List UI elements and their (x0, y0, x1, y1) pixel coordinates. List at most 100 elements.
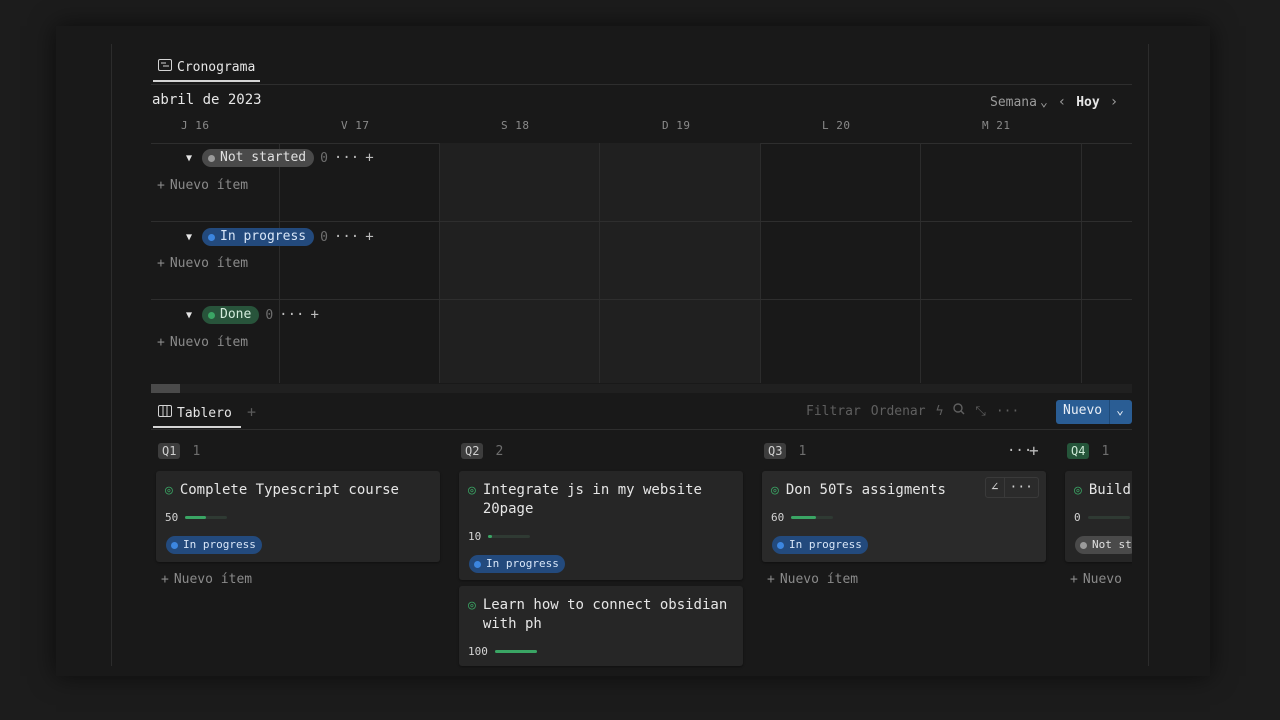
grid-line (151, 299, 1132, 300)
progress: 0 (1074, 511, 1130, 524)
target-icon: ◎ (1074, 483, 1082, 498)
progress-value: 10 (468, 530, 482, 543)
today-button[interactable]: Hoy (1076, 95, 1099, 110)
plus-icon[interactable]: + (365, 150, 373, 166)
board-column-header: Q2 2 (461, 443, 503, 459)
plus-icon[interactable]: + (1029, 441, 1039, 460)
board-card[interactable]: ◎ Integrate js in my website 20page 10 In… (459, 471, 743, 580)
more-icon[interactable]: ··· (1005, 478, 1038, 497)
progress-bar (185, 516, 228, 519)
column-tag: Q1 (158, 443, 181, 459)
day-label: M 21 (982, 119, 1011, 132)
progress-value: 50 (165, 511, 179, 524)
more-icon[interactable]: ··· (334, 150, 359, 166)
tab-timeline[interactable]: Cronograma (153, 53, 261, 82)
divider (151, 429, 1132, 430)
edit-icon[interactable]: ∠ (986, 478, 1005, 497)
board-card[interactable]: ◎ Learn how to connect obsidian with ph 1… (459, 586, 743, 666)
status-pill-not-started: Not started (202, 149, 315, 167)
timeline-icon (158, 59, 172, 75)
progress-value: 60 (771, 511, 785, 524)
card-actions: ∠ ··· (984, 477, 1039, 498)
new-button-label[interactable]: Nuevo (1056, 400, 1111, 424)
divider (151, 84, 1132, 85)
new-item-button[interactable]: + Nuevo ítem (161, 572, 252, 587)
board-toolbar: Filtrar Ordenar ϟ ⤡ ··· (806, 403, 1019, 419)
progress-bar (494, 650, 537, 653)
progress-value: 0 (1074, 511, 1081, 524)
new-item-button[interactable]: + Nuevo ítem (157, 335, 248, 350)
board-column-header: Q4 1 (1067, 443, 1109, 459)
week-dropdown[interactable]: Semana ⌄ (990, 95, 1048, 110)
plus-icon: + (1070, 572, 1078, 587)
caret-down-icon[interactable]: ▼ (182, 153, 196, 164)
lightning-icon[interactable]: ϟ (936, 404, 944, 419)
caret-down-icon[interactable]: ▼ (182, 310, 196, 321)
day-label: J 16 (181, 119, 210, 132)
more-icon[interactable]: ··· (279, 307, 304, 323)
tab-active-indicator (153, 80, 261, 82)
group-done: ▼ Done 0 ··· + (182, 306, 319, 324)
grid-column-weekend (439, 143, 600, 383)
status-pill-in-progress: In progress (166, 536, 262, 554)
column-tag: Q4 (1067, 443, 1090, 459)
grid-column (1081, 143, 1133, 383)
chevron-left-icon[interactable]: ‹ (1058, 94, 1066, 110)
board-card[interactable]: ◎ Build 0 Not st (1065, 471, 1132, 562)
tab-board[interactable]: Tablero (153, 399, 241, 428)
board-column-header: Q3 1 (764, 443, 806, 459)
card-title: Learn how to connect obsidian with ph (482, 597, 728, 632)
horizontal-scrollbar-track[interactable] (151, 384, 1132, 393)
progress-bar (488, 535, 531, 538)
target-icon: ◎ (468, 598, 476, 613)
tab-timeline-label: Cronograma (177, 59, 256, 75)
progress-bar (1087, 516, 1130, 519)
target-icon: ◎ (468, 483, 476, 498)
progress: 50 (165, 511, 228, 524)
grid-column (920, 143, 1081, 383)
plus-icon: + (157, 178, 165, 193)
grid-line (151, 221, 1132, 222)
column-count: 1 (798, 443, 807, 459)
new-item-button[interactable]: + Nuevo (1070, 572, 1122, 587)
week-dropdown-label: Semana (990, 94, 1037, 110)
board-card[interactable]: ◎ Complete Typescript course 50 In progre… (156, 471, 440, 562)
grid-column-weekend (599, 143, 760, 383)
day-label: L 20 (822, 119, 851, 132)
filter-button[interactable]: Filtrar (806, 404, 861, 419)
new-button[interactable]: Nuevo ⌄ (1056, 400, 1132, 424)
chevron-down-icon[interactable]: ⌄ (1110, 400, 1130, 424)
horizontal-scrollbar-thumb[interactable] (151, 384, 180, 393)
plus-icon[interactable]: + (310, 307, 318, 323)
day-label: V 17 (341, 119, 370, 132)
new-item-button[interactable]: + Nuevo ítem (157, 178, 248, 193)
board-card[interactable]: ◎ Don 50Ts assigments ∠ ··· 60 In progres… (762, 471, 1046, 562)
add-view-plus-icon[interactable]: + (247, 403, 256, 421)
sort-button[interactable]: Ordenar (871, 404, 926, 419)
search-icon[interactable] (953, 403, 965, 419)
column-count: 2 (495, 443, 504, 459)
more-icon[interactable]: ··· (996, 404, 1019, 419)
tab-board-label: Tablero (177, 405, 232, 421)
more-icon[interactable]: ··· (334, 229, 359, 245)
new-item-button[interactable]: + Nuevo ítem (767, 572, 858, 587)
status-pill-done: Done (202, 306, 260, 324)
new-item-button[interactable]: + Nuevo ítem (157, 256, 248, 271)
card-title: Complete Typescript course (179, 482, 399, 498)
board-column-q4: Q4 1 ◎ Build 0 Not st + Nuevo (1060, 436, 1132, 666)
column-tag: Q2 (461, 443, 484, 459)
board-column-header: Q1 1 (158, 443, 200, 459)
progress: 60 (771, 511, 834, 524)
caret-down-icon[interactable]: ▼ (182, 232, 196, 243)
chevron-right-icon[interactable]: › (1110, 94, 1118, 110)
timeline-month: abril de 2023 (152, 92, 262, 108)
status-pill-in-progress: In progress (469, 555, 565, 573)
plus-icon: + (157, 335, 165, 350)
expand-icon[interactable]: ⤡ (975, 404, 985, 419)
grid-column (279, 143, 440, 383)
group-count: 0 (265, 307, 274, 323)
day-label: S 18 (501, 119, 530, 132)
plus-icon: + (157, 256, 165, 271)
card-title: Don 50Ts assigments (785, 482, 946, 498)
plus-icon[interactable]: + (365, 229, 373, 245)
